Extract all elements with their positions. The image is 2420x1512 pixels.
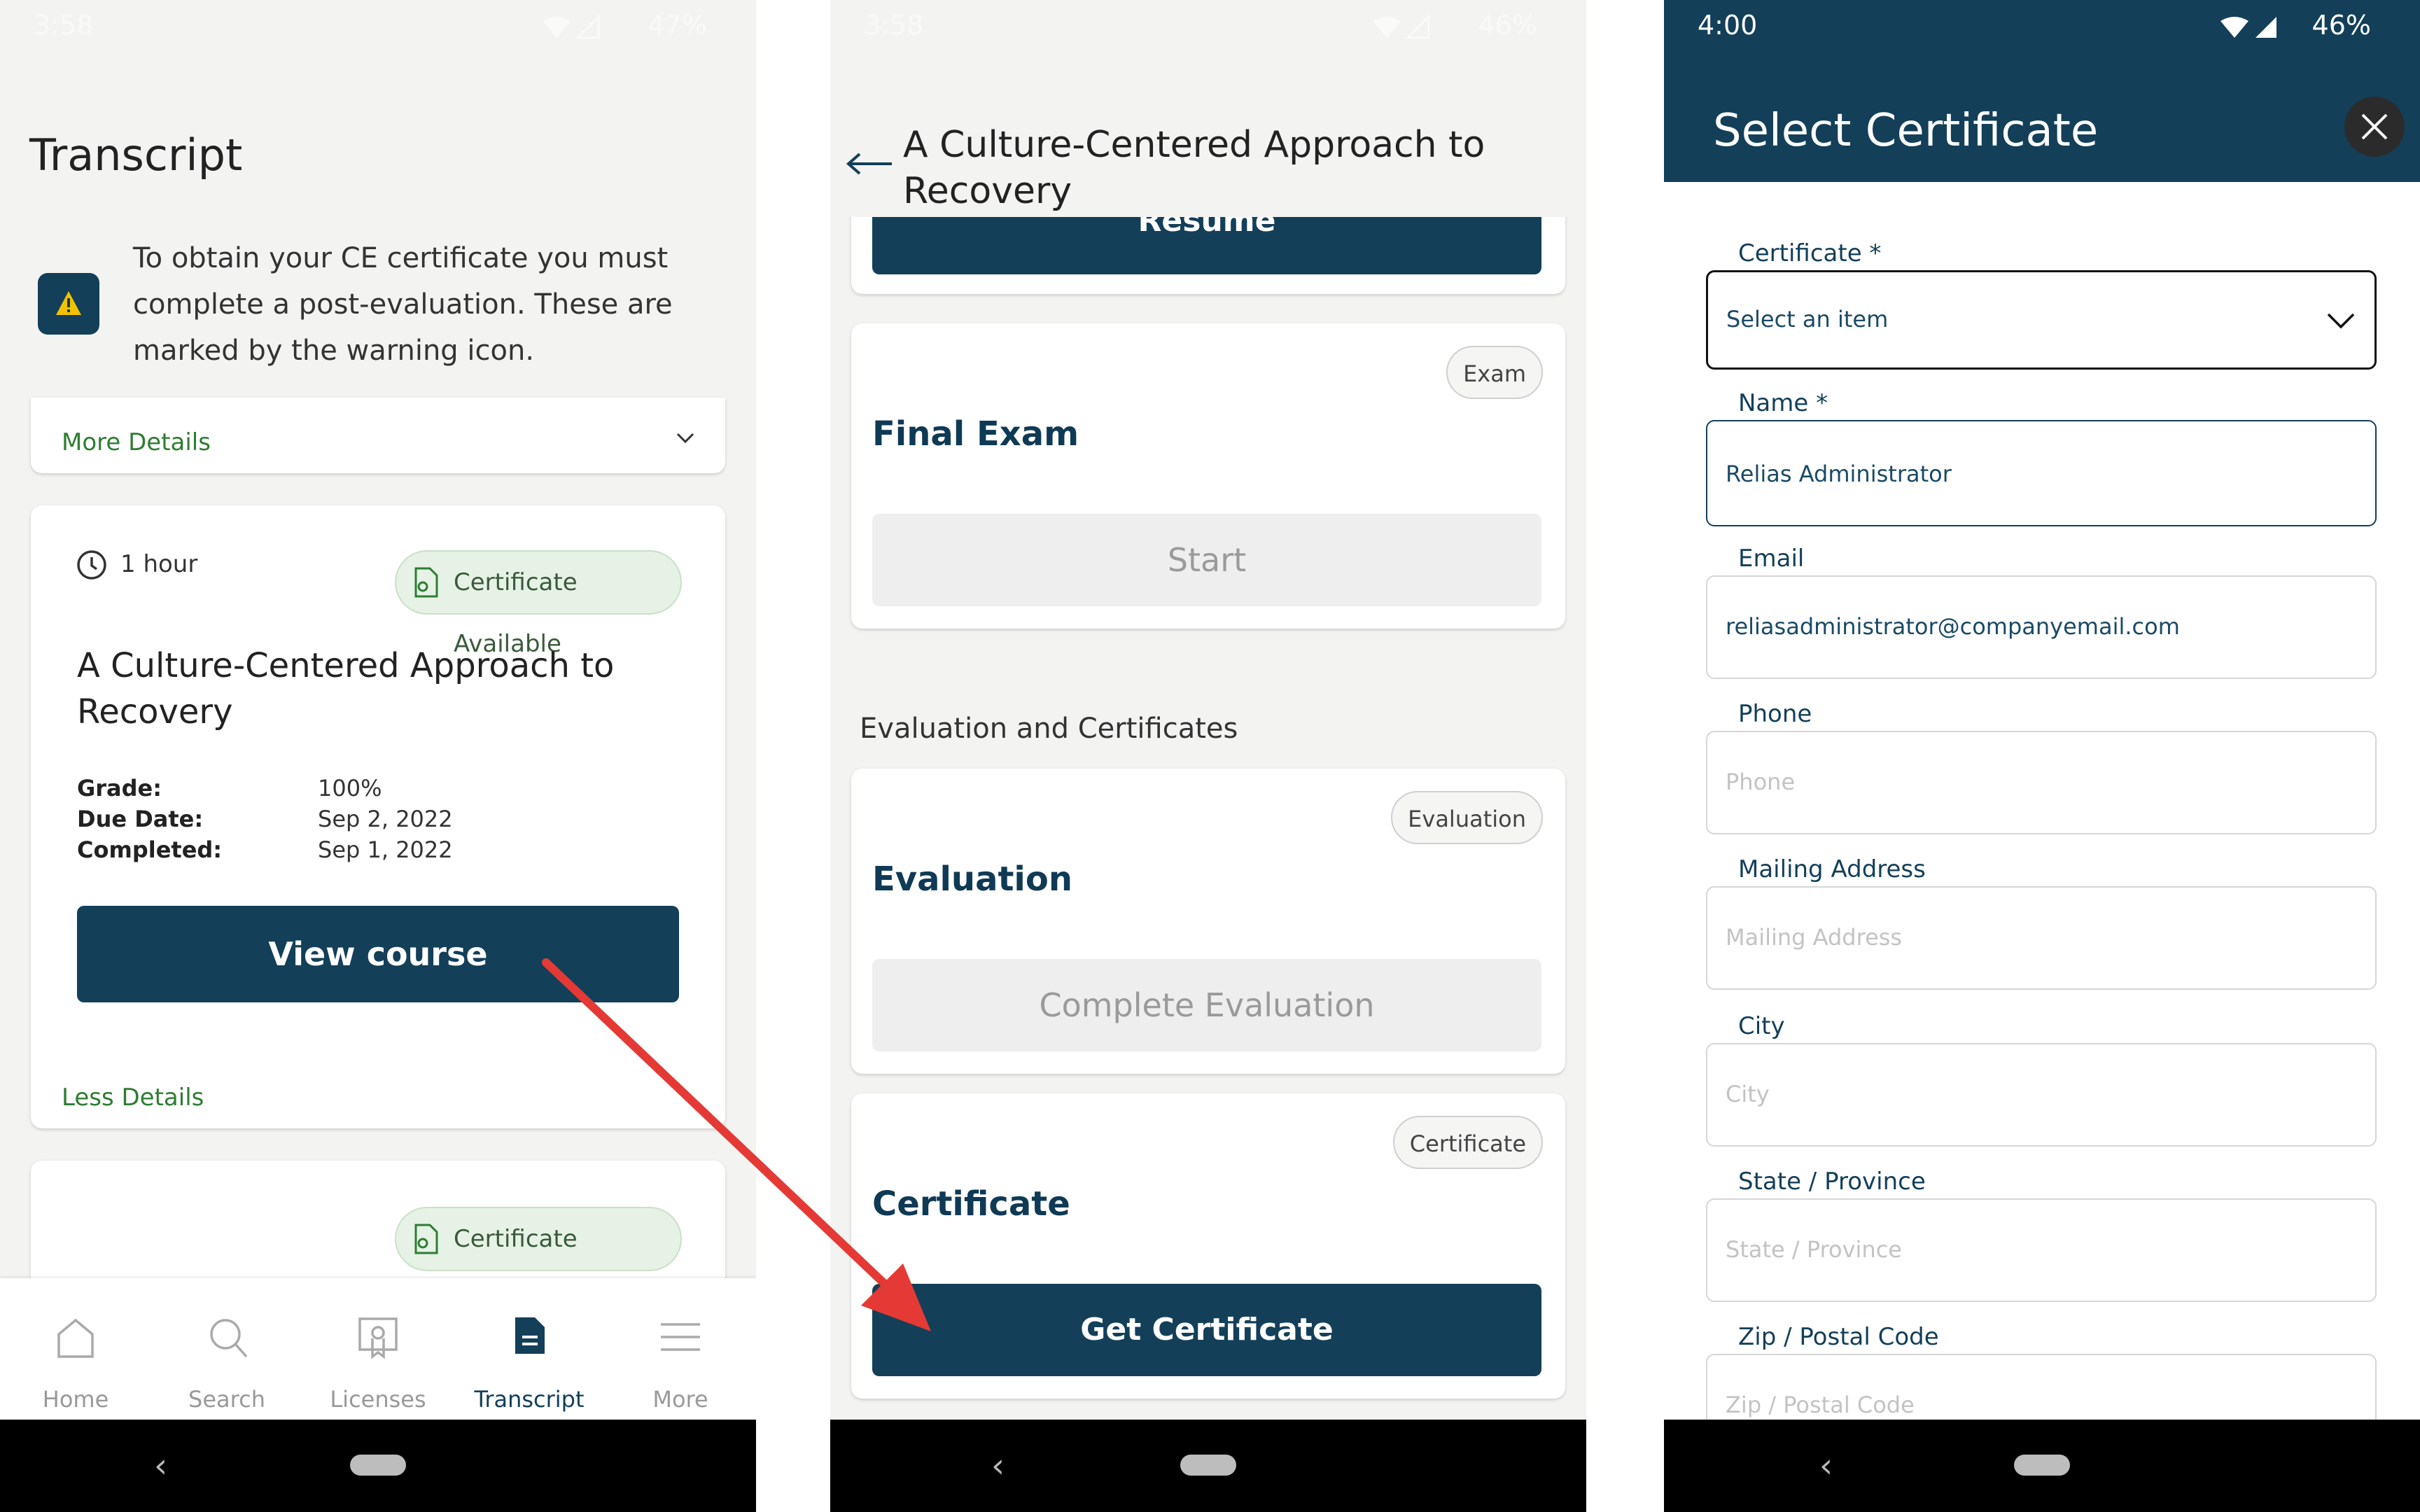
- annotation-arrow: [542, 958, 931, 1331]
